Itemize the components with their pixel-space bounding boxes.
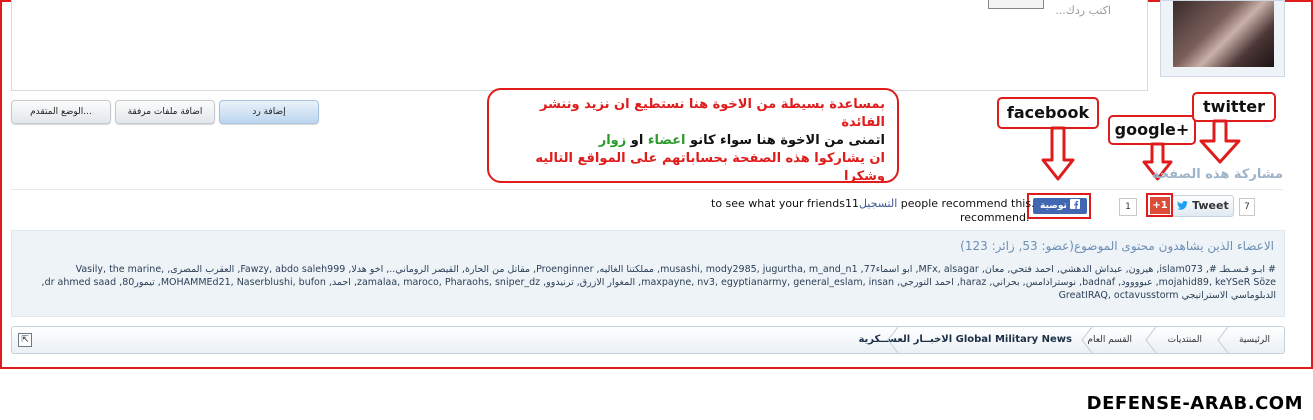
facebook-social-text: to see what your friends التسجيل11 people… <box>711 197 1035 210</box>
breadcrumb-home[interactable]: الرئيسية <box>1239 327 1276 353</box>
chevron-icon <box>887 327 899 353</box>
attach-files-button[interactable]: اضافة ملفات مرفقة <box>115 100 215 124</box>
google-annotation: google+ <box>1108 115 1196 145</box>
breadcrumb: ⇱ الرئيسية المنتديات القسم العام الاخبــ… <box>11 326 1285 354</box>
resize-handle[interactable] <box>988 0 1044 9</box>
viewers-panel: الاعضاء الذين يشاهدون محتوى الموضوع(عضو:… <box>11 230 1285 317</box>
tweet-label: Tweet <box>1192 199 1229 212</box>
facebook-social-text-2: recommend. <box>960 211 1030 224</box>
tweet-count: 7 <box>1239 198 1255 216</box>
callout-line-4: وشكرا <box>844 169 885 184</box>
gplus-count: 1 <box>1119 198 1137 216</box>
twitter-annotation: twitter <box>1192 92 1276 122</box>
breadcrumb-forums[interactable]: المنتديات <box>1168 327 1208 353</box>
facebook-arrow-icon <box>1041 126 1075 181</box>
reply-placeholder: اكتب ردك... <box>1055 4 1111 17</box>
viewers-list: # ابـو قـسـطـ #, islam073, هيرون, عبداش … <box>41 264 1276 301</box>
advanced-mode-button[interactable]: الوضع المتقدم... <box>11 100 111 124</box>
divider <box>11 189 1283 190</box>
chevron-icon <box>1081 327 1093 353</box>
share-section-title: مشاركة هذه الصفحة <box>1151 167 1283 182</box>
tweet-button[interactable]: Tweet <box>1172 195 1234 217</box>
post-reply-button[interactable]: إضافة رد <box>219 100 319 124</box>
facebook-signup-link[interactable]: التسجيل <box>859 197 897 210</box>
callout-line-2: اتمنى من الاخوة هنا سواء كانو اعضاء او ز… <box>598 133 885 148</box>
chevron-icon <box>1217 327 1229 353</box>
twitter-arrow-icon <box>1199 119 1241 164</box>
facebook-button-frame: توصية <box>1027 193 1091 219</box>
viewers-title: الاعضاء الذين يشاهدون محتوى الموضوع(عضو:… <box>960 239 1274 253</box>
gplus-button-frame: +1 <box>1146 193 1173 217</box>
expand-icon[interactable]: ⇱ <box>18 333 32 347</box>
facebook-annotation: facebook <box>997 97 1099 129</box>
share-request-callout: بمساعدة بسيطة من الاخوة هنا نستطيع ان نز… <box>487 88 899 184</box>
callout-line-3: ان يشاركوا هذه الصفحة بحساباتهم على المو… <box>535 151 885 166</box>
breadcrumb-general[interactable]: القسم العام <box>1087 327 1138 353</box>
twitter-bird-icon <box>1177 200 1189 210</box>
watermark: DEFENSE-ARAB.COM <box>1086 393 1303 414</box>
reply-editor[interactable]: اكتب ردك... <box>11 0 1148 91</box>
avatar <box>1173 1 1274 67</box>
facebook-label: توصية <box>1040 201 1067 211</box>
gplus-button[interactable]: +1 <box>1150 197 1170 214</box>
facebook-recommend-button[interactable]: توصية <box>1033 198 1087 214</box>
callout-line-1: بمساعدة بسيطة من الاخوة هنا نستطيع ان نز… <box>540 97 885 130</box>
chevron-icon <box>1145 327 1157 353</box>
facebook-icon <box>1070 199 1080 209</box>
avatar-panel <box>1160 0 1285 77</box>
